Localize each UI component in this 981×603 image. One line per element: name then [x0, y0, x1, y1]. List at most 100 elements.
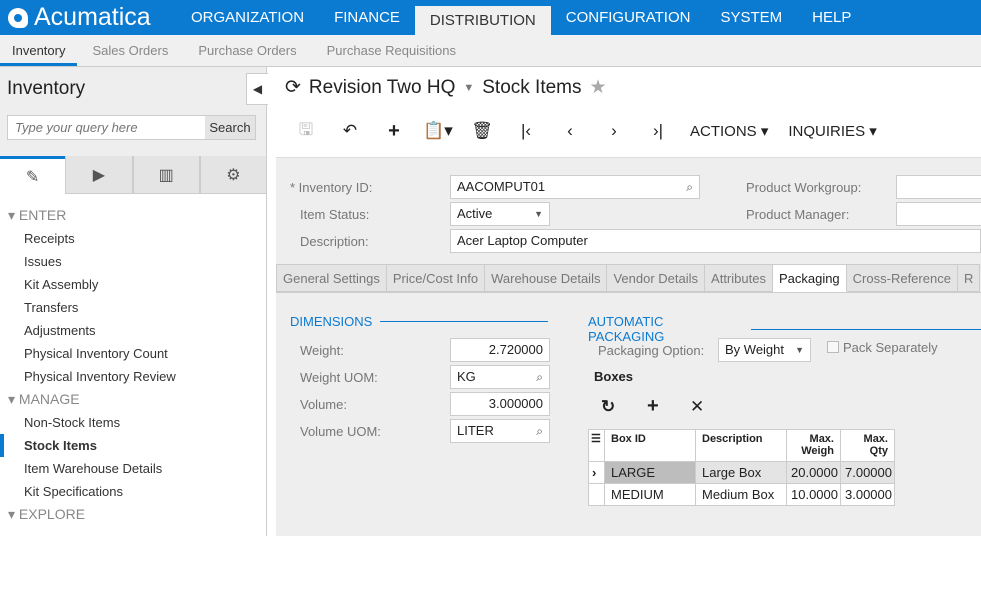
cell-description[interactable]: Medium Box: [695, 483, 787, 506]
tab-bar: General Settings Price/Cost Info Warehou…: [276, 264, 981, 293]
tab-vendor-details[interactable]: Vendor Details: [607, 264, 706, 292]
add-icon[interactable]: +: [372, 120, 416, 143]
search-icon: ⌕: [686, 180, 693, 194]
pack-separately-label: Pack Separately: [843, 340, 938, 355]
tab-attributes[interactable]: Attributes: [705, 264, 773, 292]
sidebar: Inventory Search ✎ ▶ ▥ ⚙ ▾ ENTERReceipts…: [0, 67, 267, 603]
cell-max-weight[interactable]: 20.0000: [786, 461, 841, 484]
logo[interactable]: Acumatica: [0, 3, 176, 32]
inquiries-menu[interactable]: INQUIRIES ▾: [788, 122, 876, 140]
tab-more[interactable]: R: [957, 264, 981, 292]
weight-uom-field[interactable]: KG ⌕: [450, 365, 550, 389]
sidebar-item[interactable]: Physical Inventory Count: [0, 342, 266, 365]
row-indicator-icon: [588, 483, 605, 506]
menu-distribution[interactable]: DISTRIBUTION: [414, 6, 551, 35]
workgroup-field[interactable]: [896, 175, 981, 199]
sidebar-item[interactable]: Adjustments: [0, 319, 266, 342]
search-button[interactable]: Search: [205, 116, 255, 139]
boxes-title: Boxes: [594, 369, 634, 384]
nav-group[interactable]: ▾ EXPLORE: [0, 503, 266, 526]
table-row[interactable]: MEDIUM Medium Box 10.0000 3.00000: [588, 483, 895, 506]
manager-label: Product Manager:: [746, 207, 850, 222]
tab-cross-reference[interactable]: Cross-Reference: [846, 264, 958, 292]
menu-organization[interactable]: ORGANIZATION: [176, 0, 319, 35]
menu-finance[interactable]: FINANCE: [319, 0, 415, 35]
cell-description[interactable]: Large Box: [695, 461, 787, 484]
subnav-purchase-orders[interactable]: Purchase Orders: [183, 35, 311, 66]
inventory-id-field[interactable]: AACOMPUT01 ⌕: [450, 175, 700, 199]
menu-system[interactable]: SYSTEM: [705, 0, 797, 35]
manager-field[interactable]: [896, 202, 981, 226]
pack-separately-checkbox[interactable]: [827, 341, 839, 353]
sidebar-item[interactable]: Kit Specifications: [0, 480, 266, 503]
previous-icon[interactable]: ‹: [548, 121, 592, 141]
description-field[interactable]: Acer Laptop Computer: [450, 229, 981, 253]
last-icon[interactable]: ›|: [636, 121, 680, 141]
actions-menu[interactable]: ACTIONS ▾: [690, 122, 768, 140]
tab-price-cost-info[interactable]: Price/Cost Info: [386, 264, 486, 292]
search-input[interactable]: [8, 116, 205, 139]
nav-group[interactable]: ▾ MANAGE: [0, 388, 266, 411]
menu-configuration[interactable]: CONFIGURATION: [551, 0, 706, 35]
chevron-down-icon[interactable]: ▼: [463, 82, 474, 94]
item-status-select[interactable]: Active ▼: [450, 202, 550, 226]
sidebar-item[interactable]: Receipts: [0, 227, 266, 250]
delete-icon[interactable]: 🗑: [460, 121, 504, 141]
column-max-weight[interactable]: Max. Weigh: [786, 429, 841, 462]
star-icon[interactable]: ★: [590, 76, 607, 99]
sub-nav: Inventory Sales Orders Purchase Orders P…: [0, 35, 981, 67]
save-icon[interactable]: 🖫: [284, 117, 328, 146]
subnav-inventory[interactable]: Inventory: [0, 35, 78, 66]
packaging-option-select[interactable]: By Weight ▼: [718, 338, 811, 362]
cell-max-qty[interactable]: 7.00000: [840, 461, 895, 484]
sidebar-item[interactable]: Physical Inventory Review: [0, 365, 266, 388]
sidebar-item[interactable]: Kit Assembly: [0, 273, 266, 296]
inventory-id-label: * Inventory ID:: [290, 180, 373, 195]
delete-row-icon[interactable]: ✕: [690, 397, 704, 417]
first-icon[interactable]: |‹: [504, 121, 548, 141]
cell-box-id[interactable]: MEDIUM: [604, 483, 696, 506]
sidebar-item[interactable]: Non-Stock Items: [0, 411, 266, 434]
tab-general-settings[interactable]: General Settings: [276, 264, 387, 292]
screen-header: ⟳ Revision Two HQ ▼ Stock Items ★: [285, 76, 615, 99]
packaging-option-label: Packaging Option:: [598, 343, 705, 358]
collapse-sidebar-button[interactable]: ◀: [246, 73, 268, 105]
tab-packaging[interactable]: Packaging: [772, 264, 847, 292]
top-bar: Acumatica ORGANIZATION FINANCE DISTRIBUT…: [0, 0, 981, 35]
toolbar: 🖫 ↶ + 📋▾ 🗑 |‹ ‹ › ›| ACTIONS ▾ INQUIRIES…: [284, 118, 887, 144]
subnav-purchase-requisitions[interactable]: Purchase Requisitions: [312, 35, 471, 66]
refresh-icon[interactable]: ↻: [601, 397, 615, 417]
clipboard-icon[interactable]: 📋▾: [416, 121, 460, 141]
column-settings-icon[interactable]: ☰: [588, 429, 605, 462]
report-icon[interactable]: ▥: [132, 156, 200, 194]
sidebar-item[interactable]: Stock Items: [0, 434, 266, 457]
volume-label: Volume:: [300, 397, 347, 412]
volume-field[interactable]: 3.000000: [450, 392, 550, 416]
add-row-icon[interactable]: +: [647, 395, 659, 418]
gear-icon[interactable]: ⚙: [199, 156, 267, 194]
undo-icon[interactable]: ↶: [328, 121, 372, 141]
menu-help[interactable]: HELP: [797, 0, 866, 35]
column-box-id[interactable]: Box ID: [604, 429, 696, 462]
subnav-sales-orders[interactable]: Sales Orders: [77, 35, 183, 66]
column-max-qty[interactable]: Max. Qty: [840, 429, 895, 462]
table-row[interactable]: › LARGE Large Box 20.0000 7.00000: [588, 461, 895, 484]
play-icon[interactable]: ▶: [65, 156, 133, 194]
nav-group[interactable]: ▾ ENTER: [0, 204, 266, 227]
weight-field[interactable]: 2.720000: [450, 338, 550, 362]
cell-box-id[interactable]: LARGE: [604, 461, 696, 484]
sidebar-item[interactable]: Issues: [0, 250, 266, 273]
refresh-icon[interactable]: ⟳: [285, 76, 301, 99]
tab-warehouse-details[interactable]: Warehouse Details: [485, 264, 608, 292]
company-selector[interactable]: Revision Two HQ: [309, 77, 455, 99]
sidebar-item[interactable]: Transfers: [0, 296, 266, 319]
cell-max-qty[interactable]: 3.00000: [840, 483, 895, 506]
cell-max-weight[interactable]: 10.0000: [786, 483, 841, 506]
sidebar-item[interactable]: Item Warehouse Details: [0, 457, 266, 480]
next-icon[interactable]: ›: [592, 121, 636, 141]
chevron-down-icon: ▼: [534, 209, 543, 219]
column-description[interactable]: Description: [695, 429, 787, 462]
pencil-icon[interactable]: ✎: [0, 156, 66, 194]
volume-uom-field[interactable]: LITER ⌕: [450, 419, 550, 443]
sidebar-tabs: ✎ ▶ ▥ ⚙: [0, 156, 267, 194]
